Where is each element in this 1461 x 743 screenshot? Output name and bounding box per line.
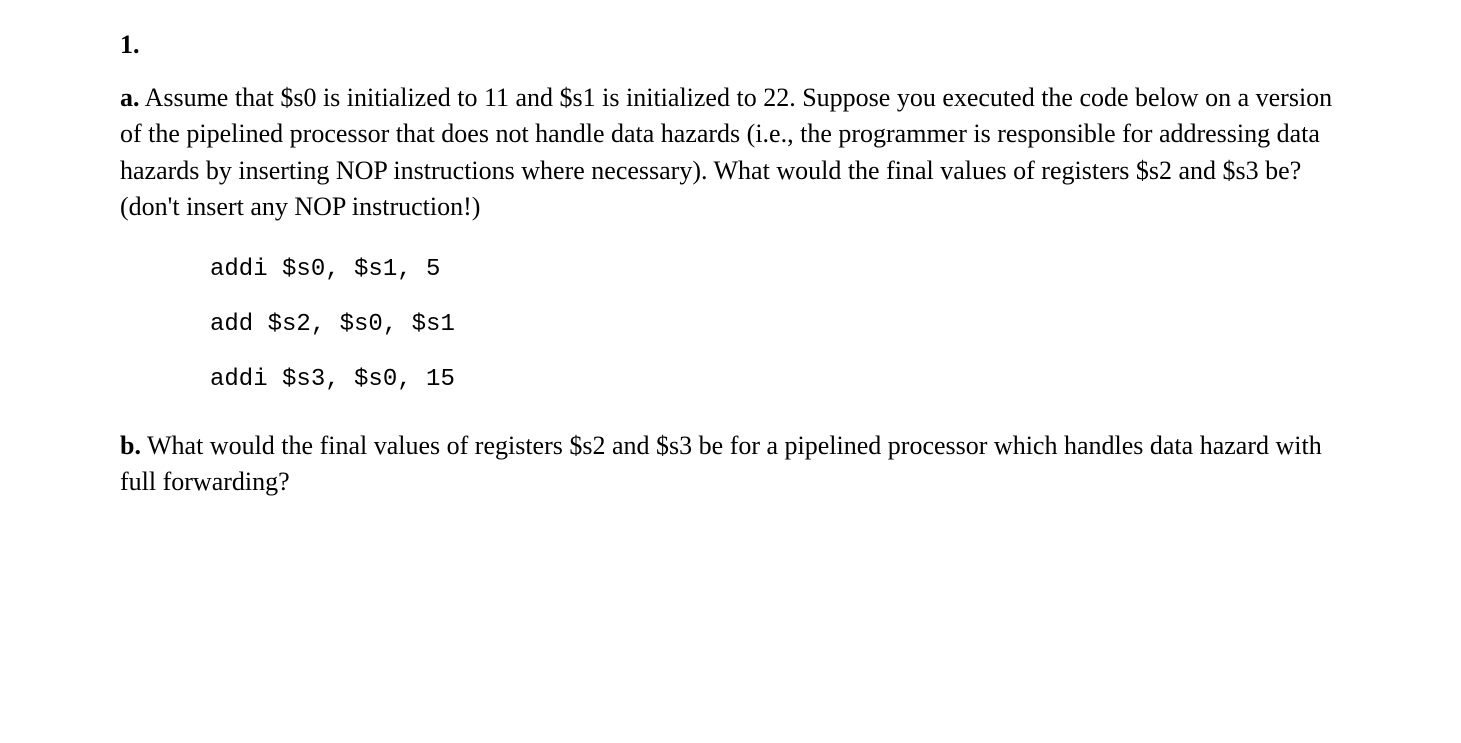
- code-line-1: addi $s0, $s1, 5: [210, 256, 1341, 283]
- code-line-2: add $s2, $s0, $s1: [210, 311, 1341, 338]
- code-line-3: addi $s3, $s0, 15: [210, 366, 1341, 393]
- part-b-paragraph: b. What would the final values of regist…: [120, 428, 1341, 501]
- part-b-text: What would the final values of registers…: [120, 431, 1322, 496]
- part-a-label: a.: [120, 83, 140, 112]
- code-block: addi $s0, $s1, 5 add $s2, $s0, $s1 addi …: [210, 256, 1341, 393]
- document-content: 1. a. Assume that $s0 is initialized to …: [120, 30, 1341, 500]
- part-a-paragraph: a. Assume that $s0 is initialized to 11 …: [120, 80, 1341, 226]
- question-number: 1.: [120, 30, 1341, 60]
- part-a-text: Assume that $s0 is initialized to 11 and…: [120, 83, 1332, 221]
- part-b-label: b.: [120, 431, 141, 460]
